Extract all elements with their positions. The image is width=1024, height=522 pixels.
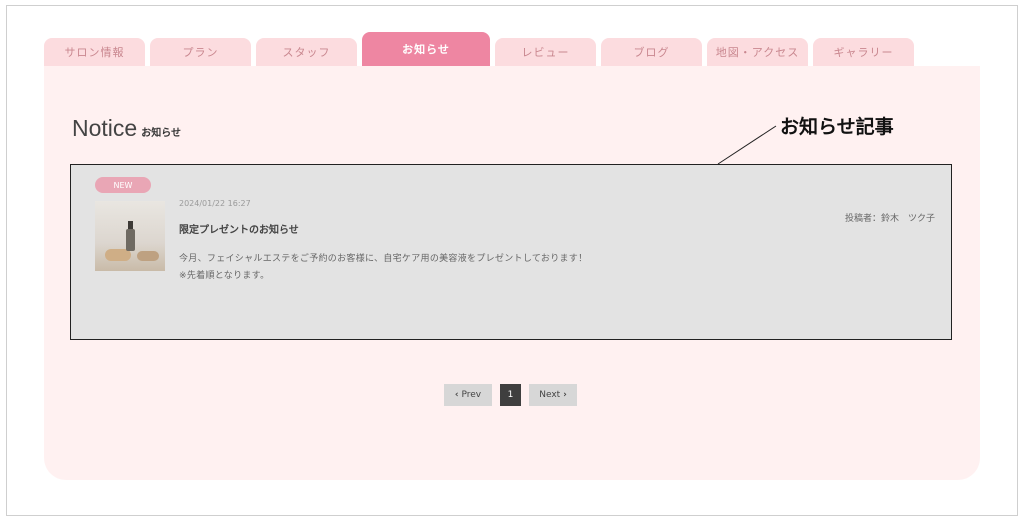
tab-gallery[interactable]: ギャラリー <box>813 38 914 66</box>
prev-button[interactable]: ‹ Prev <box>444 384 492 406</box>
tab-bar: サロン情報 プラン スタッフ お知らせ レビュー ブログ 地図・アクセス ギャラ… <box>44 32 924 73</box>
tab-blog[interactable]: ブログ <box>601 38 702 66</box>
callout-pointer-line <box>717 125 777 165</box>
notice-thumbnail[interactable] <box>95 201 165 271</box>
page-1-button[interactable]: 1 <box>500 384 521 406</box>
notice-author: 投稿者：鈴木 ツク子 <box>844 214 935 224</box>
tab-staff[interactable]: スタッフ <box>256 38 357 66</box>
tab-notice[interactable]: お知らせ <box>362 32 490 73</box>
chevron-left-icon: ‹ <box>454 390 459 400</box>
page-title: Notice お知らせ <box>72 115 181 142</box>
next-label: Next <box>539 390 561 400</box>
page-title-en: Notice <box>72 115 138 141</box>
notice-body-line: ※先着順となります。 <box>179 271 270 281</box>
tab-salon-info[interactable]: サロン情報 <box>44 38 145 66</box>
tab-review[interactable]: レビュー <box>495 38 596 66</box>
tab-label: お知らせ <box>402 43 450 56</box>
tab-label: プラン <box>182 46 219 59</box>
new-badge: NEW <box>95 177 151 193</box>
tab-label: スタッフ <box>282 46 331 59</box>
pagination: ‹ Prev 1 Next › <box>444 384 577 406</box>
tab-label: 地図・アクセス <box>715 46 800 59</box>
notice-date: 2024/01/22 16:27 <box>179 199 251 208</box>
prev-label: Prev <box>461 390 482 400</box>
notice-article[interactable]: NEW 2024/01/22 16:27 限定プレゼントのお知らせ 今月、フェイ… <box>70 164 952 340</box>
tab-plan[interactable]: プラン <box>150 38 251 66</box>
tab-label: ブログ <box>633 46 670 59</box>
callout-label: お知らせ記事 <box>780 116 894 138</box>
tab-map-access[interactable]: 地図・アクセス <box>707 38 808 66</box>
next-button[interactable]: Next › <box>529 384 577 406</box>
page-title-jp: お知らせ <box>141 128 182 139</box>
tab-label: レビュー <box>521 46 570 59</box>
tab-label: サロン情報 <box>64 46 125 59</box>
chevron-right-icon: › <box>563 390 567 400</box>
thumbnail-bottle <box>126 229 135 251</box>
tab-label: ギャラリー <box>833 46 894 59</box>
notice-title[interactable]: 限定プレゼントのお知らせ <box>179 221 299 236</box>
thumbnail-stone <box>137 251 159 261</box>
notice-body-line: 今月、フェイシャルエステをご予約のお客様に、自宅ケア用の美容液をプレゼントしてお… <box>179 254 588 264</box>
